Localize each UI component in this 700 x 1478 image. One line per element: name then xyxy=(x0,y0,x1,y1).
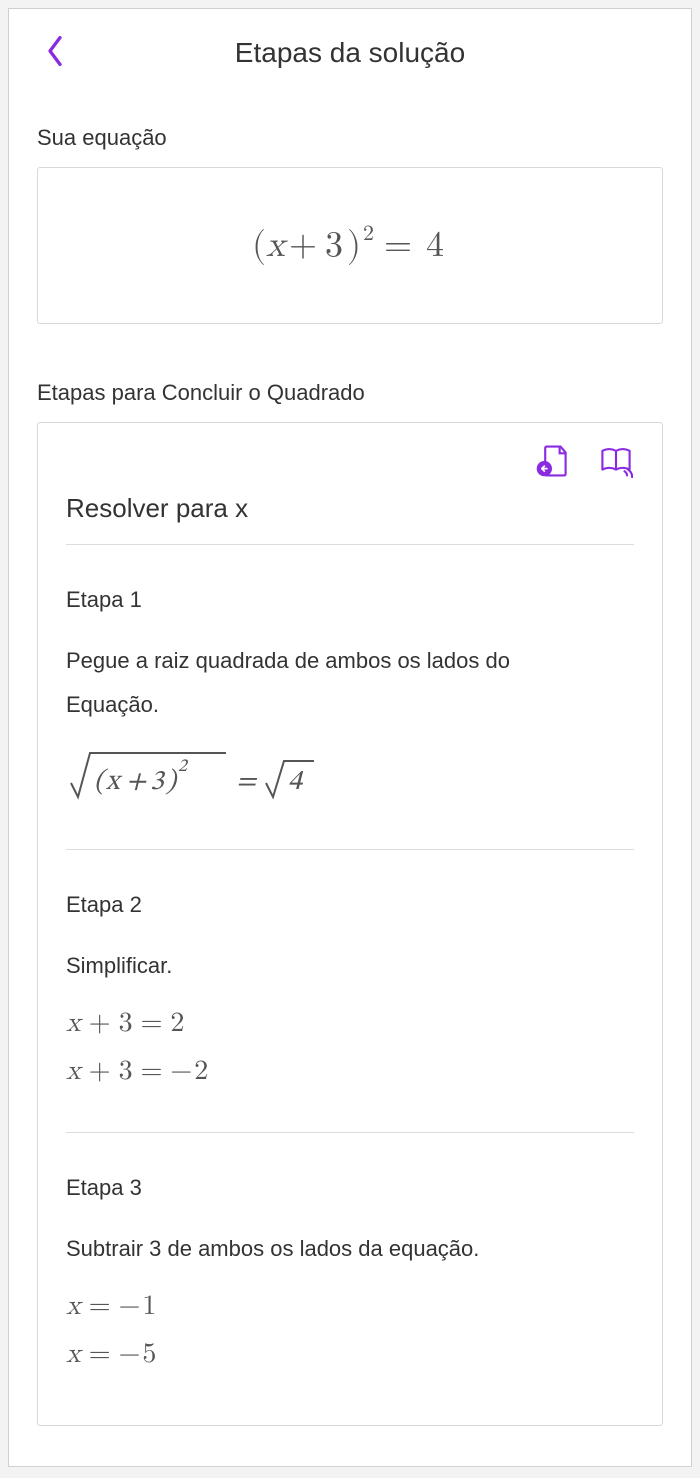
equation-section-label: Sua equação xyxy=(37,125,663,151)
svg-text:2: 2 xyxy=(178,758,189,776)
chevron-left-icon xyxy=(45,34,65,68)
step-description: Simplificar. xyxy=(66,944,634,988)
equation-display: (x+3)2 = 4 xyxy=(37,167,663,324)
svg-text:4: 4 xyxy=(288,768,304,796)
page-title: Etapas da solução xyxy=(235,37,465,69)
solution-panel: Etapas da solução Sua equação (x+3)2 = 4… xyxy=(8,8,692,1467)
header: Etapas da solução xyxy=(37,37,663,69)
insert-to-page-button[interactable] xyxy=(534,443,570,479)
svg-text:x: x xyxy=(105,768,123,796)
step-label: Etapa 1 xyxy=(66,587,634,613)
step-math: x=−5 xyxy=(66,1337,634,1371)
step-math: x+3=2 xyxy=(66,1006,634,1040)
step-label: Etapa 3 xyxy=(66,1175,634,1201)
step-item: Etapa 2 Simplificar. x+3=2 x+3=−2 xyxy=(66,850,634,1133)
step-item: Etapa 1 Pegue a raiz quadrada de ambos o… xyxy=(66,545,634,850)
step-item: Etapa 3 Subtrair 3 de ambos os lados da … xyxy=(66,1133,634,1371)
toolbar xyxy=(66,443,634,479)
svg-text:=: = xyxy=(236,768,258,796)
book-audio-icon xyxy=(599,444,633,478)
svg-text:): ) xyxy=(165,768,178,796)
solve-title: Resolver para x xyxy=(66,493,634,545)
back-button[interactable] xyxy=(37,33,73,69)
step-label: Etapa 2 xyxy=(66,892,634,918)
step-description: Subtrair 3 de ambos os lados da equação. xyxy=(66,1227,634,1271)
equation-text: (x+3)2 = 4 xyxy=(252,224,448,267)
page-insert-icon xyxy=(535,444,569,478)
svg-text:+: + xyxy=(126,768,147,796)
step-math: ( x + 3 ) 2 = 4 xyxy=(66,745,634,805)
step-math: x+3=−2 xyxy=(66,1054,634,1088)
step-description: Pegue a raiz quadrada de ambos os lados … xyxy=(66,639,634,727)
steps-container: Resolver para x Etapa 1 Pegue a raiz qua… xyxy=(37,422,663,1426)
steps-section-label: Etapas para Concluir o Quadrado xyxy=(37,380,663,406)
svg-text:3: 3 xyxy=(150,768,166,796)
step-math: x=−1 xyxy=(66,1289,634,1323)
read-aloud-button[interactable] xyxy=(598,443,634,479)
